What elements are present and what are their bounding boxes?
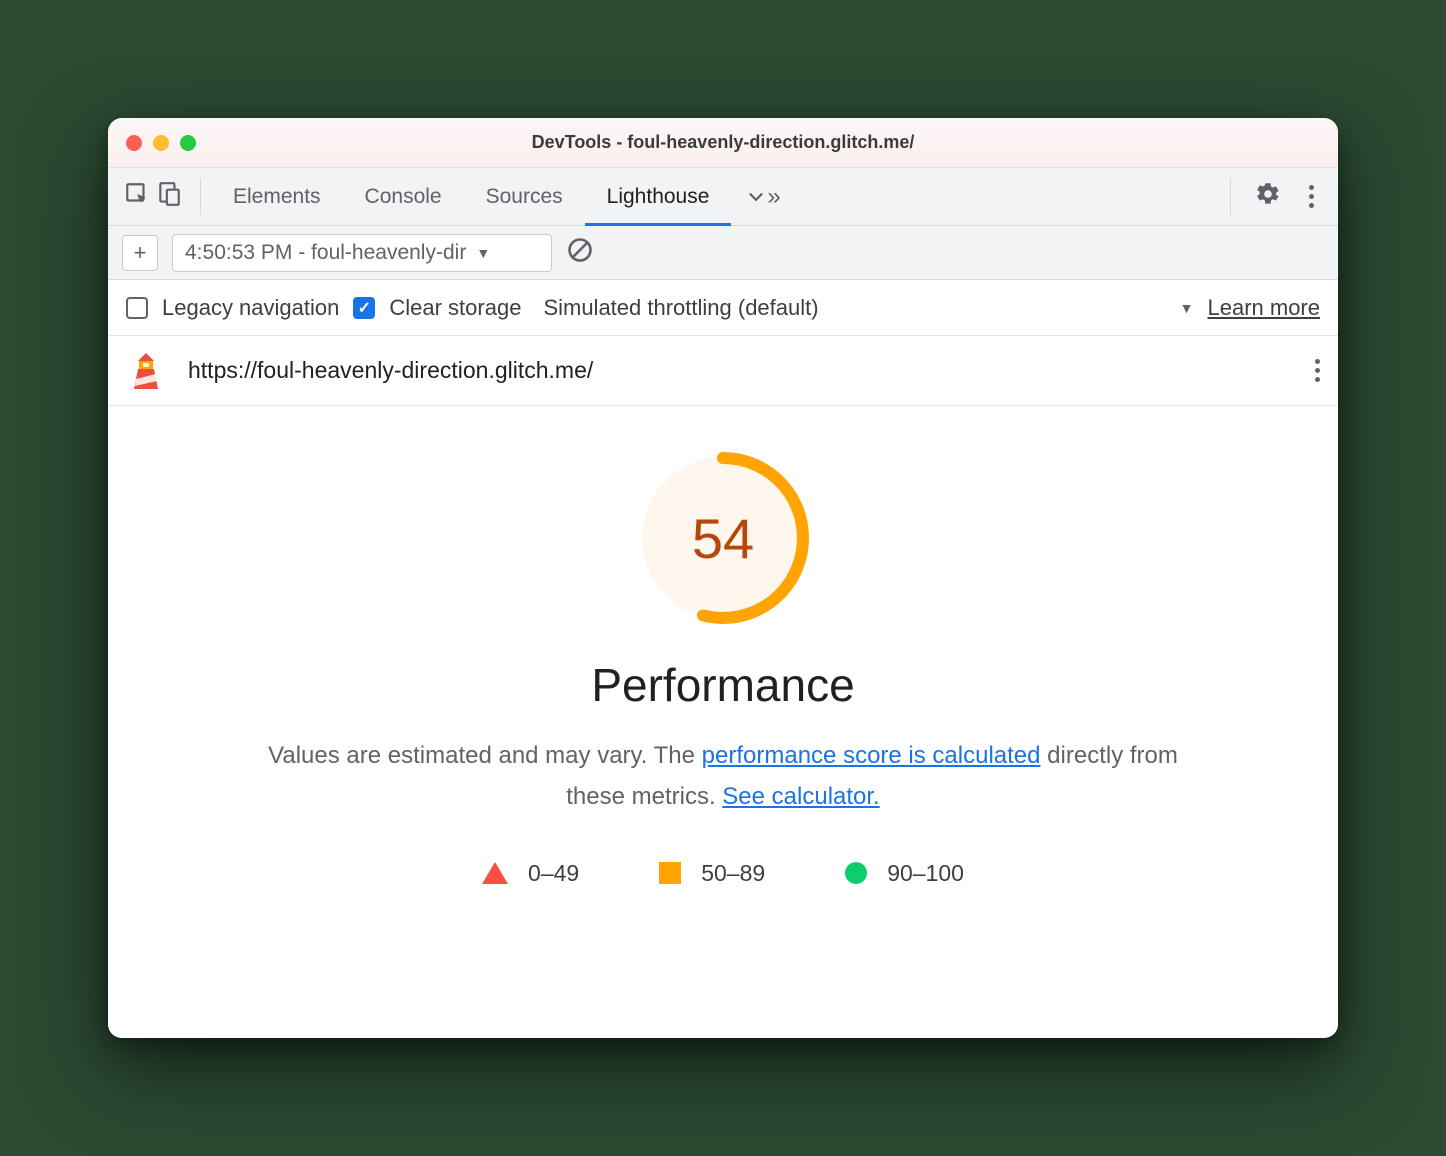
devtools-menu-button[interactable] [1295, 168, 1328, 225]
tab-lighthouse[interactable]: Lighthouse [585, 168, 732, 225]
device-toggle-icon[interactable] [156, 181, 182, 212]
report-label: 4:50:53 PM - foul-heavenly-dir [185, 241, 466, 265]
close-window-button[interactable] [126, 135, 142, 151]
square-icon [659, 862, 681, 884]
zoom-window-button[interactable] [180, 135, 196, 151]
more-tabs-button[interactable]: » [731, 168, 794, 225]
performance-score: 54 [633, 448, 813, 628]
check-icon: ✓ [358, 298, 371, 318]
learn-more-link[interactable]: Learn more [1207, 295, 1320, 321]
audited-url: https://foul-heavenly-direction.glitch.m… [188, 357, 593, 384]
clear-icon[interactable] [566, 236, 594, 269]
score-legend: 0–49 50–89 90–100 [482, 860, 964, 887]
kebab-icon [1315, 359, 1320, 382]
lighthouse-options: Legacy navigation ✓ Clear storage Simula… [108, 280, 1338, 336]
minimize-window-button[interactable] [153, 135, 169, 151]
report-selector[interactable]: 4:50:53 PM - foul-heavenly-dir ▼ [172, 234, 552, 272]
titlebar: DevTools - foul-heavenly-direction.glitc… [108, 118, 1338, 168]
window-title: DevTools - foul-heavenly-direction.glitc… [532, 132, 915, 153]
legacy-nav-checkbox[interactable] [126, 297, 148, 319]
inspect-icon[interactable] [124, 181, 150, 212]
report-body: 54 Performance Values are estimated and … [108, 406, 1338, 1038]
triangle-icon [482, 862, 508, 884]
new-report-button[interactable]: + [122, 235, 158, 271]
settings-button[interactable] [1241, 168, 1295, 225]
legend-fail: 0–49 [482, 860, 579, 887]
performance-gauge: 54 [633, 448, 813, 628]
gear-icon [1255, 181, 1281, 212]
devtools-window: DevTools - foul-heavenly-direction.glitc… [108, 118, 1338, 1038]
throttling-label: Simulated throttling (default) [543, 295, 818, 321]
performance-description: Values are estimated and may vary. The p… [248, 736, 1198, 818]
devtools-tabbar: Elements Console Sources Lighthouse » [108, 168, 1338, 226]
clear-storage-label: Clear storage [389, 295, 521, 321]
window-controls [126, 135, 196, 151]
clear-storage-checkbox[interactable]: ✓ [353, 297, 375, 319]
see-calculator-link[interactable]: See calculator. [722, 783, 879, 810]
chevron-down-icon[interactable]: ▼ [1180, 300, 1194, 316]
score-calc-link[interactable]: performance score is calculated [702, 742, 1041, 769]
tab-console[interactable]: Console [343, 168, 464, 225]
tab-elements[interactable]: Elements [211, 168, 343, 225]
chevron-down-icon: ▼ [476, 245, 490, 261]
legend-pass: 90–100 [845, 860, 964, 887]
report-url-row: https://foul-heavenly-direction.glitch.m… [108, 336, 1338, 406]
lighthouse-toolbar: + 4:50:53 PM - foul-heavenly-dir ▼ [108, 226, 1338, 280]
legacy-nav-label: Legacy navigation [162, 295, 339, 321]
legend-average: 50–89 [659, 860, 765, 887]
tab-sources[interactable]: Sources [464, 168, 585, 225]
report-menu-button[interactable] [1315, 359, 1320, 382]
performance-heading: Performance [591, 658, 854, 712]
circle-icon [845, 862, 867, 884]
kebab-icon [1309, 185, 1314, 208]
lighthouse-icon [126, 351, 166, 391]
